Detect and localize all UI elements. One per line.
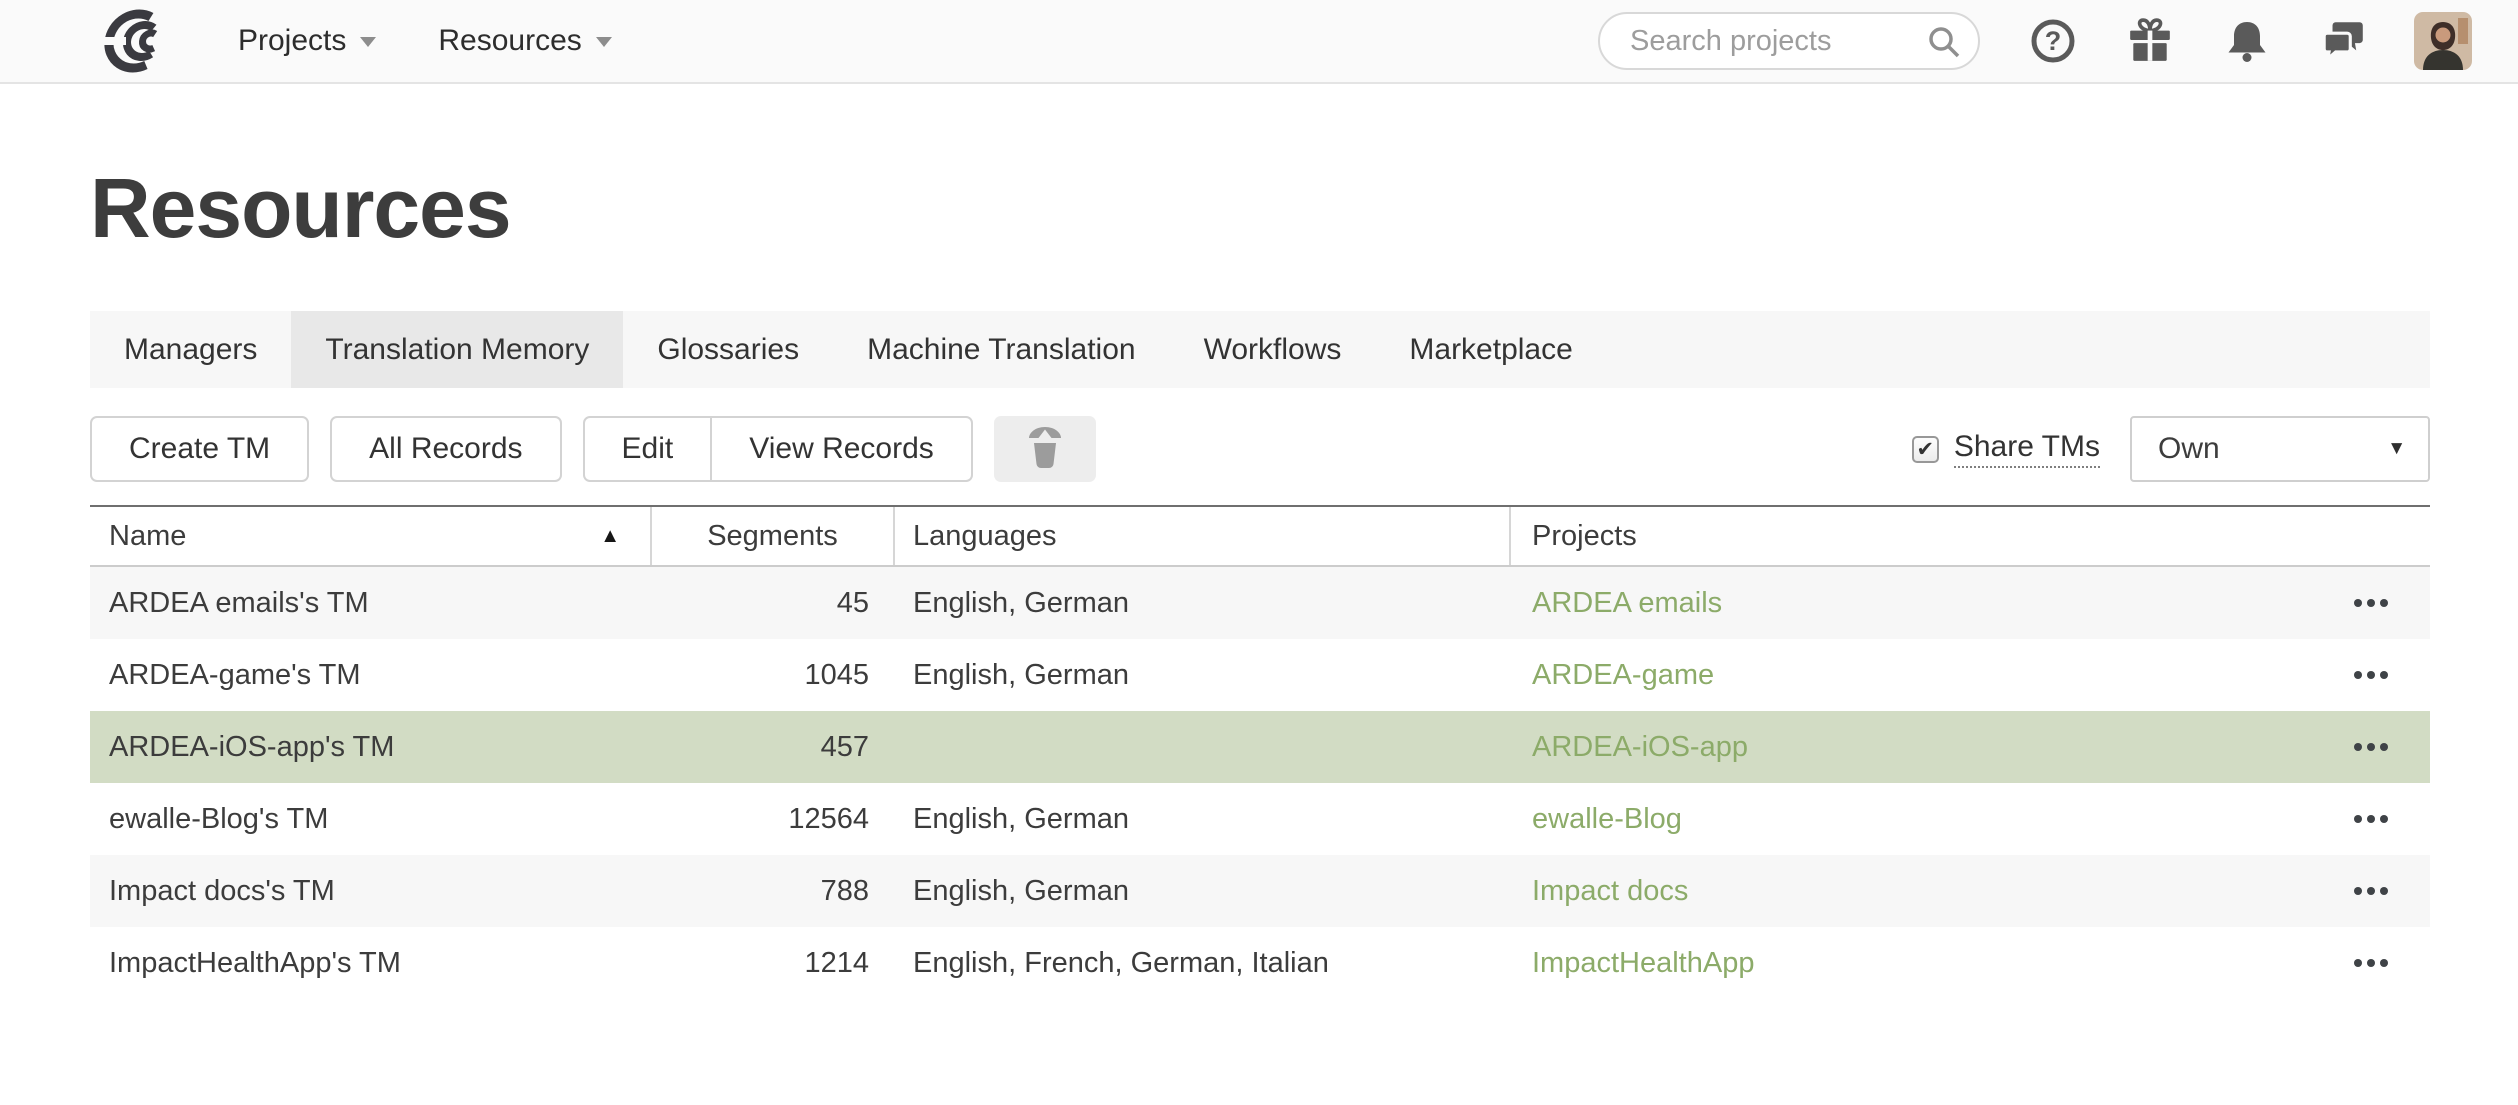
nav-menu-resources-label: Resources xyxy=(438,24,581,58)
search-icon[interactable] xyxy=(1926,24,1962,65)
tab-glossaries[interactable]: Glossaries xyxy=(623,311,833,388)
tm-segments: 1214 xyxy=(652,947,895,980)
column-header-projects[interactable]: Projects xyxy=(1511,507,2430,565)
tab-machine-translation[interactable]: Machine Translation xyxy=(833,311,1169,388)
notifications-icon[interactable] xyxy=(2223,17,2271,65)
edit-button[interactable]: Edit xyxy=(583,416,712,482)
table-body: ARDEA emails's TM45English, GermanARDEA … xyxy=(90,567,2430,999)
tab-bar: ManagersTranslation MemoryGlossariesMach… xyxy=(90,311,2430,388)
project-link[interactable]: ImpactHealthApp xyxy=(1532,947,1754,980)
share-tms-label[interactable]: Share TMs xyxy=(1954,430,2100,468)
chevron-down-icon xyxy=(596,37,612,55)
search-input[interactable] xyxy=(1598,12,1980,70)
main-content: Resources ManagersTranslation MemoryGlos… xyxy=(0,166,2518,999)
tab-workflows[interactable]: Workflows xyxy=(1170,311,1376,388)
project-link[interactable]: ewalle-Blog xyxy=(1532,803,1682,836)
column-header-name[interactable]: Name ▲ xyxy=(90,507,652,565)
nav-menu-projects[interactable]: Projects xyxy=(238,24,376,58)
row-actions-menu[interactable] xyxy=(2352,877,2390,905)
chevron-down-icon xyxy=(360,37,376,55)
table-row[interactable]: ARDEA emails's TM45English, German ARDEA … xyxy=(90,567,2430,639)
tm-projects-cell: ARDEA-game xyxy=(1511,659,2430,692)
tm-name: ARDEA emails's TM xyxy=(90,587,652,620)
project-link[interactable]: ARDEA-iOS-app xyxy=(1532,731,1748,764)
tm-name: ewalle-Blog's TM xyxy=(90,803,652,836)
row-actions-menu[interactable] xyxy=(2352,805,2390,833)
tab-marketplace[interactable]: Marketplace xyxy=(1375,311,1606,388)
tm-projects-cell: ARDEA-iOS-app xyxy=(1511,731,2430,764)
tab-managers[interactable]: Managers xyxy=(90,311,291,388)
column-header-segments[interactable]: Segments xyxy=(652,507,895,565)
table-row[interactable]: ImpactHealthApp's TM1214English, French,… xyxy=(90,927,2430,999)
messages-icon[interactable] xyxy=(2320,17,2368,65)
trash-icon xyxy=(1025,425,1065,474)
tm-languages: English, French, German, Italian xyxy=(895,947,1511,980)
tm-segments: 788 xyxy=(652,875,895,908)
delete-button[interactable] xyxy=(994,416,1096,482)
toolbar: Create TM All Records Edit View Records … xyxy=(90,416,2430,482)
row-actions-menu[interactable] xyxy=(2352,589,2390,617)
page-title: Resources xyxy=(90,166,2430,250)
nav-menu-resources[interactable]: Resources xyxy=(438,24,611,58)
dropdown-arrow-icon: ▼ xyxy=(2387,438,2406,460)
navbar: Projects Resources ? xyxy=(0,0,2518,84)
table-header: Name ▲ Segments Languages Projects xyxy=(90,505,2430,567)
project-link[interactable]: ARDEA emails xyxy=(1532,587,1722,620)
share-tms-checkbox[interactable]: ✔ xyxy=(1912,436,1939,463)
nav-menu-projects-label: Projects xyxy=(238,24,346,58)
tm-projects-cell: Impact docs xyxy=(1511,875,2430,908)
svg-text:?: ? xyxy=(2045,26,2062,56)
tm-name: ImpactHealthApp's TM xyxy=(90,947,652,980)
table-row[interactable]: ARDEA-game's TM1045English, German ARDEA-… xyxy=(90,639,2430,711)
view-records-button[interactable]: View Records xyxy=(711,416,973,482)
table-row[interactable]: ARDEA-iOS-app's TM457 ARDEA-iOS-app xyxy=(90,711,2430,783)
tm-projects-cell: ImpactHealthApp xyxy=(1511,947,2430,980)
row-actions-menu[interactable] xyxy=(2352,949,2390,977)
tm-name: Impact docs's TM xyxy=(90,875,652,908)
help-icon[interactable]: ? xyxy=(2029,17,2077,65)
tm-segments: 457 xyxy=(652,731,895,764)
user-avatar[interactable] xyxy=(2414,12,2472,70)
navbar-right: ? xyxy=(1598,12,2518,70)
sort-asc-icon: ▲ xyxy=(600,525,620,548)
tm-segments: 12564 xyxy=(652,803,895,836)
tab-translation-memory[interactable]: Translation Memory xyxy=(291,311,623,388)
project-link[interactable]: Impact docs xyxy=(1532,875,1688,908)
row-actions-menu[interactable] xyxy=(2352,733,2390,761)
tm-scope-select[interactable]: Own ▼ xyxy=(2130,416,2430,482)
tm-languages: English, German xyxy=(895,659,1511,692)
gift-icon[interactable] xyxy=(2126,17,2174,65)
all-records-button[interactable]: All Records xyxy=(330,416,561,482)
check-icon: ✔ xyxy=(1917,439,1935,460)
tm-scope-value: Own xyxy=(2158,432,2220,466)
table-row[interactable]: Impact docs's TM788English, German Impact… xyxy=(90,855,2430,927)
tm-segments: 1045 xyxy=(652,659,895,692)
table-row[interactable]: ewalle-Blog's TM12564English, German ewal… xyxy=(90,783,2430,855)
tm-name: ARDEA-iOS-app's TM xyxy=(90,731,652,764)
column-header-languages[interactable]: Languages xyxy=(895,507,1511,565)
tm-languages: English, German xyxy=(895,587,1511,620)
tm-table: Name ▲ Segments Languages Projects ARDEA… xyxy=(90,505,2430,999)
toolbar-right: ✔ Share TMs Own ▼ xyxy=(1912,416,2430,482)
search-box xyxy=(1598,12,1980,70)
app-logo-icon[interactable] xyxy=(94,7,182,75)
tm-projects-cell: ewalle-Blog xyxy=(1511,803,2430,836)
project-link[interactable]: ARDEA-game xyxy=(1532,659,1714,692)
create-tm-button[interactable]: Create TM xyxy=(90,416,309,482)
records-button-group: Edit View Records xyxy=(583,416,973,482)
tm-languages: English, German xyxy=(895,875,1511,908)
tm-segments: 45 xyxy=(652,587,895,620)
row-actions-menu[interactable] xyxy=(2352,661,2390,689)
tm-projects-cell: ARDEA emails xyxy=(1511,587,2430,620)
tm-name: ARDEA-game's TM xyxy=(90,659,652,692)
tm-languages: English, German xyxy=(895,803,1511,836)
